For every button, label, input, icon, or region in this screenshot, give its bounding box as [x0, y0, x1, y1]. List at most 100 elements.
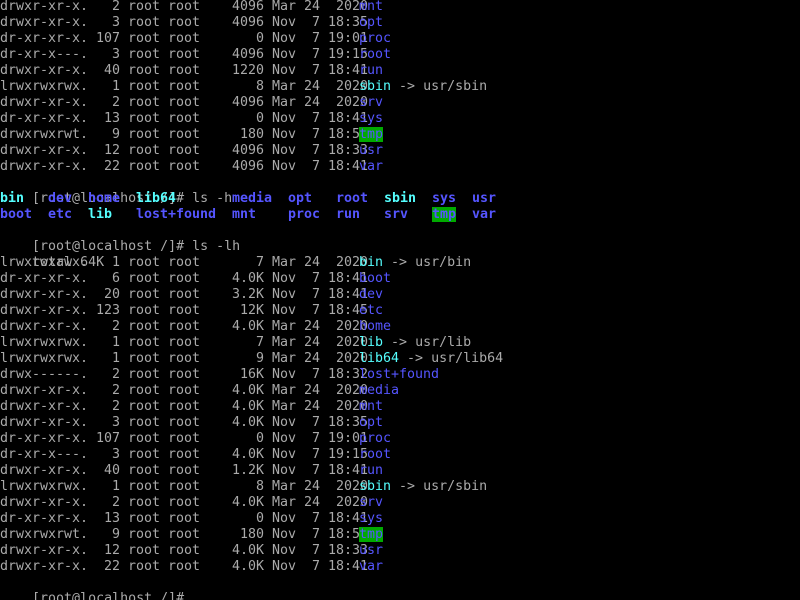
entry-name: sys	[359, 511, 384, 526]
group: root	[168, 431, 201, 446]
link-count: 13	[103, 111, 120, 126]
modified-day: 7	[311, 111, 320, 126]
modified-day: 24	[303, 335, 320, 350]
listing-row: lrwxrwxrwx. 1 root root 7 Mar 24 2020 bin -> usr…	[0, 255, 800, 271]
modified-day: 7	[311, 127, 320, 142]
link-count: 2	[111, 0, 120, 14]
entry-name-cell: usr	[359, 543, 383, 559]
terminal-screen[interactable]: drwxr-xr-x. 2 root root 4096 Mar 24 2020 mnt drwx…	[0, 0, 800, 600]
entry-name-cell: lost+found	[359, 367, 439, 383]
link-count: 12	[103, 143, 120, 158]
modified-month: Mar	[272, 79, 297, 94]
entry-name-cell: run	[359, 463, 383, 479]
listing-row: drwxr-xr-x. 20 root root 3.2K Nov 7 18:41 dev	[0, 287, 800, 303]
modified-month: Mar	[272, 479, 297, 494]
group: root	[168, 303, 201, 318]
owner: root	[128, 367, 161, 382]
modified-month: Nov	[272, 15, 297, 30]
modified-day: 24	[303, 351, 320, 366]
link-count: 2	[111, 383, 120, 398]
short-entry-cell: dev	[48, 191, 72, 207]
entry-name: lib	[359, 335, 384, 350]
listing-row: drwxr-xr-x. 2 root root 4.0K Mar 24 2020 srv	[0, 495, 800, 511]
modified-month: Nov	[272, 127, 297, 142]
group: root	[168, 287, 201, 302]
link-count: 2	[111, 319, 120, 334]
entry-name-cell: tmp	[359, 527, 384, 543]
file-size: 16K	[239, 367, 264, 382]
link-count: 2	[111, 399, 120, 414]
symlink-target: usr/lib64	[431, 351, 504, 366]
modified-day: 7	[311, 159, 320, 174]
short-entry-cell: lost+found	[136, 207, 216, 223]
symlink-arrow: ->	[391, 479, 424, 494]
entry-name: boot	[0, 207, 33, 222]
modified-month: Nov	[272, 367, 297, 382]
entry-name: srv	[359, 495, 384, 510]
modified-month: Nov	[272, 527, 297, 542]
entry-name: run	[359, 63, 384, 78]
group: root	[168, 31, 201, 46]
modified-day: 24	[303, 399, 320, 414]
group: root	[168, 447, 201, 462]
entry-name: lost+found	[359, 367, 440, 382]
owner: root	[128, 0, 161, 14]
entry-name-cell: opt	[359, 15, 383, 31]
entry-name: usr	[359, 143, 384, 158]
file-size: 180	[239, 527, 264, 542]
owner: root	[128, 383, 161, 398]
listing-row: dr-xr-xr-x. 107 root root 0 Nov 7 19:01 proc	[0, 431, 800, 447]
listing-row: drwxrwxrwt. 9 root root 180 Nov 7 18:58 tmp	[0, 527, 800, 543]
entry-name-cell: run	[359, 63, 383, 79]
entry-name: tmp	[432, 207, 457, 222]
modified-day: 7	[311, 511, 320, 526]
symlink-arrow: ->	[391, 79, 424, 94]
entry-name: root	[359, 47, 392, 62]
entry-name: opt	[288, 191, 313, 206]
link-count: 20	[103, 287, 120, 302]
symlink-arrow: ->	[383, 255, 416, 270]
listing-row: dr-xr-xr-x. 6 root root 4.0K Nov 7 18:41 boot	[0, 271, 800, 287]
entry-name-cell: lib64 -> usr/lib64	[359, 351, 503, 367]
file-size: 4096	[231, 95, 264, 110]
modified-month: Nov	[272, 431, 297, 446]
group: root	[168, 47, 201, 62]
file-size: 4.0K	[231, 447, 264, 462]
file-size: 4096	[231, 159, 264, 174]
link-count: 9	[111, 527, 120, 542]
entry-name-cell: etc	[359, 303, 383, 319]
file-size: 4096	[231, 0, 264, 14]
short-entry-cell: opt	[288, 191, 312, 207]
entry-name-cell: srv	[359, 95, 383, 111]
entry-name: home	[88, 191, 121, 206]
entry-name: srv	[384, 207, 409, 222]
current-prompt-line[interactable]: [root@localhost /]#	[0, 575, 800, 600]
owner: root	[128, 271, 161, 286]
entry-name: opt	[359, 415, 384, 430]
entry-name: sbin	[359, 79, 392, 94]
listing-row: dr-xr-xr-x. 13 root root 0 Nov 7 18:41 sys	[0, 111, 800, 127]
modified-day: 7	[311, 47, 320, 62]
file-size: 4.0K	[231, 271, 264, 286]
entry-name: proc	[359, 31, 392, 46]
listing-row: drwxr-xr-x. 40 root root 1220 Nov 7 18:41 run	[0, 63, 800, 79]
modified-day: 7	[311, 415, 320, 430]
file-size: 7	[255, 255, 264, 270]
listing-row: drwxr-xr-x. 3 root root 4.0K Nov 7 18:35 opt	[0, 415, 800, 431]
owner: root	[128, 127, 161, 142]
entry-name: bin	[359, 255, 384, 270]
entry-name: lost+found	[136, 207, 217, 222]
entry-name: usr	[359, 543, 384, 558]
entry-name: lib64	[136, 191, 177, 206]
entry-name-cell: proc	[359, 431, 391, 447]
link-count: 40	[103, 463, 120, 478]
group: root	[168, 335, 201, 350]
owner: root	[128, 303, 161, 318]
owner: root	[128, 495, 161, 510]
entry-name: media	[232, 191, 273, 206]
owner: root	[128, 111, 161, 126]
modified-month: Mar	[272, 255, 297, 270]
listing-row: drwxr-xr-x. 2 root root 4096 Mar 24 2020 srv	[0, 95, 800, 111]
file-size: 4.0K	[231, 543, 264, 558]
prompt-text: [root@localhost /]#	[32, 591, 185, 600]
